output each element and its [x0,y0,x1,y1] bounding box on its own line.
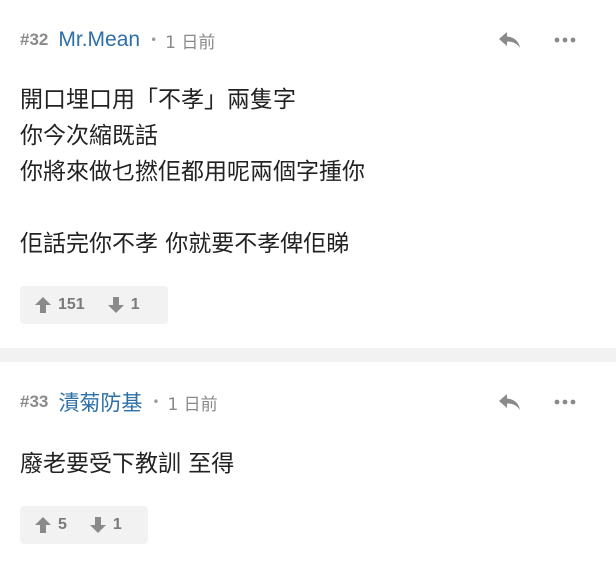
comment-line: 你今次縮既話 [20,123,158,149]
downvote-count: 1 [112,516,122,533]
comment-meta: #32 Mr.Mean • 1 日前 [20,26,215,54]
upvote-icon [35,297,51,313]
post-time: 1 日前 [167,394,218,415]
downvote-count: 1 [130,296,140,313]
comment-body: 開口埋口用「不孝」兩隻字 你今次縮既話 你將來做乜撚佢都用呢兩個字揰你 佢話完你… [20,82,365,262]
author-name[interactable]: Mr.Mean [58,28,140,52]
reply-icon [499,32,520,48]
upvote-count: 5 [58,516,67,533]
upvote-icon [35,517,51,533]
upvote-button[interactable]: 151 [34,296,85,314]
comment-divider [0,348,616,362]
more-icon [554,37,576,43]
reply-button[interactable] [494,26,526,54]
meta-separator: • [152,395,160,409]
meta-separator: • [150,33,158,47]
more-options-button[interactable] [549,26,581,54]
downvote-icon [89,517,106,533]
comment-body: 廢老要受下教訓 至得 [20,446,234,482]
downvote-icon [107,297,124,313]
upvote-button[interactable]: 5 [34,516,67,534]
reply-icon [499,394,520,410]
comment-meta: #33 漬菊防基 • 1 日前 [20,388,218,416]
comment-blank-line [20,190,365,226]
downvote-button[interactable]: 1 [107,296,140,314]
more-icon [554,399,576,405]
comment-line: 你將來做乜撚佢都用呢兩個字揰你 [20,159,365,185]
upvote-count: 151 [58,296,85,313]
reply-button[interactable] [494,388,526,416]
downvote-button[interactable]: 1 [89,516,122,534]
floor-number: #33 [20,392,49,411]
more-options-button[interactable] [549,388,581,416]
post-time: 1 日前 [165,32,216,53]
comment-line: 廢老要受下教訓 至得 [20,451,235,477]
vote-bar: 5 1 [20,506,148,544]
comment-line: 開口埋口用「不孝」兩隻字 [20,87,296,113]
author-name[interactable]: 漬菊防基 [58,387,142,417]
floor-number: #32 [20,30,49,49]
vote-bar: 151 1 [20,286,168,324]
comment-item: #32 Mr.Mean • 1 日前 開口埋口用「不孝」兩隻字 你今次縮既話 你… [0,0,616,348]
comment-item: #33 漬菊防基 • 1 日前 廢老要受下教訓 至得 5 1 [0,362,616,568]
comment-line: 佢話完你不孝 你就要不孝俾佢睇 [20,231,350,257]
